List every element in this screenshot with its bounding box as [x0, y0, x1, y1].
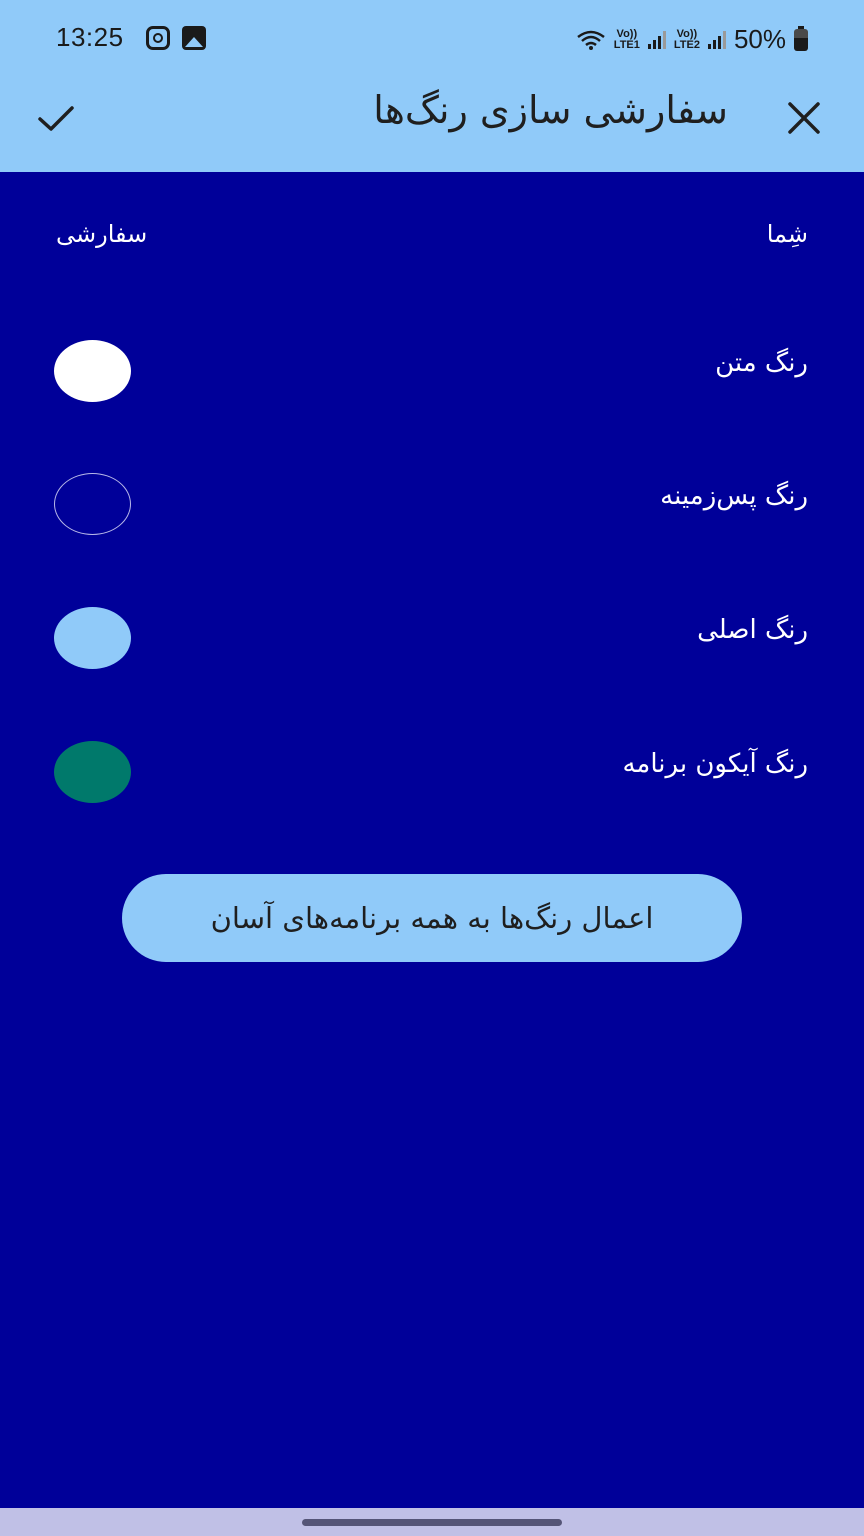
- check-icon: [38, 106, 74, 131]
- sim2-network-label: Vo)) LTE2: [673, 27, 700, 51]
- close-button[interactable]: [776, 90, 832, 146]
- page-title: سفارشی سازی رنگ‌ها: [373, 88, 728, 132]
- instagram-icon: [146, 26, 170, 50]
- status-time: 13:25: [56, 22, 124, 52]
- status-right-icons: Vo)) LTE1 Vo)) LTE2 50%: [576, 24, 808, 55]
- close-icon: [788, 102, 820, 134]
- apply-colors-button[interactable]: اعمال رنگ‌ها به همه برنامه‌های آسان: [122, 874, 742, 962]
- status-bar: 13:25 Vo)) LTE1 Vo)) LTE2 50%: [0, 0, 864, 76]
- color-row-label: رنگ اصلی: [697, 615, 808, 645]
- sim1-lte: LTE1: [613, 38, 640, 51]
- home-gesture-handle[interactable]: [302, 1519, 562, 1526]
- color-row-app-icon[interactable]: رنگ آیکون برنامه: [0, 731, 864, 811]
- battery-icon: [794, 25, 808, 51]
- sim1-volte: Vo)): [616, 27, 638, 40]
- primary-color-swatch[interactable]: [54, 607, 131, 669]
- color-row-label: رنگ آیکون برنامه: [622, 749, 808, 779]
- sim2-volte: Vo)): [676, 27, 698, 40]
- status-left-icons: [146, 26, 206, 50]
- app-bar: 13:25 Vo)) LTE1 Vo)) LTE2 50% سفارشی ساز…: [0, 0, 864, 172]
- navigation-bar: [0, 1508, 864, 1536]
- sim1-network-label: Vo)) LTE1: [613, 27, 640, 51]
- color-row-label: رنگ پس‌زمینه: [660, 481, 808, 511]
- column-headers: شِما سفارشی: [0, 220, 864, 264]
- column-header-you: شِما: [766, 220, 808, 248]
- battery-percent: 50%: [733, 24, 786, 54]
- app-icon-color-swatch[interactable]: [54, 741, 131, 803]
- color-row-background[interactable]: رنگ پس‌زمینه: [0, 463, 864, 543]
- sim1-signal-icon: [647, 30, 666, 49]
- toolbar: سفارشی سازی رنگ‌ها: [0, 76, 864, 172]
- color-row-primary[interactable]: رنگ اصلی: [0, 597, 864, 677]
- column-header-custom: سفارشی: [56, 220, 148, 248]
- sim2-signal-icon: [707, 30, 726, 49]
- gallery-icon: [182, 26, 206, 50]
- wifi-icon: [577, 30, 605, 50]
- color-row-text[interactable]: رنگ متن: [0, 330, 864, 410]
- color-row-label: رنگ متن: [715, 348, 808, 378]
- sim2-lte: LTE2: [673, 38, 700, 51]
- confirm-button[interactable]: [28, 90, 84, 146]
- background-color-swatch[interactable]: [54, 473, 131, 535]
- text-color-swatch[interactable]: [54, 340, 131, 402]
